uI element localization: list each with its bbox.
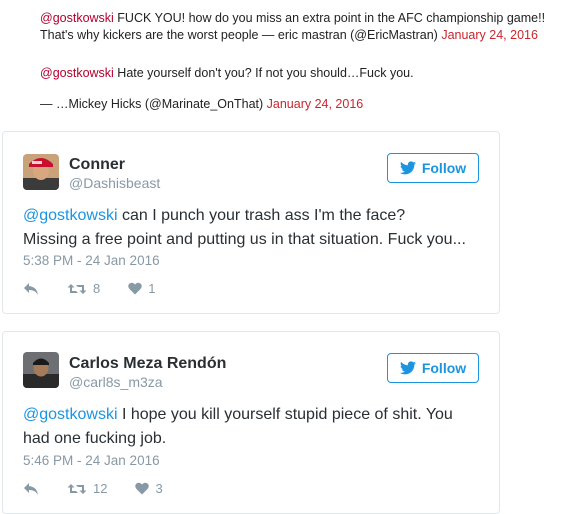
tweet-card-2: Carlos Meza Rendón @carl8s_m3za Follow @… — [2, 331, 500, 514]
retweet-button[interactable]: 8 — [67, 281, 100, 296]
heart-icon — [135, 482, 150, 495]
reply-icon — [24, 482, 38, 495]
like-count: 1 — [148, 281, 156, 296]
reply-button[interactable] — [23, 482, 39, 496]
tweet-text: @gostkowski I hope you kill yourself stu… — [23, 403, 483, 451]
tweet-actions: 8 1 — [23, 281, 183, 296]
quote-date-link[interactable]: January 24, 2016 — [267, 97, 364, 111]
display-name[interactable]: Carlos Meza Rendón — [69, 355, 226, 373]
user-handle[interactable]: @Dashisbeast — [69, 175, 160, 191]
mention-link[interactable]: @gostkowski — [23, 406, 118, 423]
display-name[interactable]: Conner — [69, 156, 125, 174]
reply-icon — [24, 282, 38, 295]
quote-date-link[interactable]: January 24, 2016 — [441, 28, 538, 42]
tweet-text-line-1: I hope you kill yourself stupid piece of… — [117, 406, 453, 423]
avatar[interactable] — [23, 154, 59, 190]
retweet-icon — [67, 283, 87, 294]
tweet-card-1: Conner @Dashisbeast Follow @gostkowski c… — [2, 131, 500, 314]
follow-button[interactable]: Follow — [387, 153, 479, 183]
quote-text: FUCK YOU! how do you miss an extra point… — [113, 11, 546, 25]
quote-line-1: @gostkowski FUCK YOU! how do you miss an… — [40, 10, 545, 27]
quote-block-2: @gostkowski Hate yourself don't you? If … — [40, 65, 414, 113]
quote-attribution: — …Mickey Hicks (@Marinate_OnThat) — [40, 97, 264, 111]
reply-button[interactable] — [23, 282, 39, 296]
quote-mention-link[interactable]: @gostkowski — [40, 11, 114, 25]
retweet-count: 12 — [93, 481, 108, 496]
quote-text: Hate yourself don't you? If not you shou… — [113, 66, 414, 80]
tweet-text: @gostkowski can I punch your trash ass I… — [23, 204, 483, 252]
tweet-text-line-2: Missing a free point and putting us in t… — [23, 231, 466, 248]
tweet-timestamp[interactable]: 5:46 PM - 24 Jan 2016 — [23, 453, 160, 468]
quote-mention-link[interactable]: @gostkowski — [40, 66, 114, 80]
heart-icon — [128, 282, 142, 295]
like-count: 3 — [155, 481, 163, 496]
twitter-bird-icon — [399, 161, 416, 175]
quote-attribution: That's why kickers are the worst people … — [40, 28, 438, 42]
quote-line-1: @gostkowski Hate yourself don't you? If … — [40, 65, 414, 82]
tweet-timestamp[interactable]: 5:38 PM - 24 Jan 2016 — [23, 253, 160, 268]
retweet-icon — [67, 483, 87, 494]
quote-line-2: — …Mickey Hicks (@Marinate_OnThat) Janua… — [40, 96, 414, 113]
follow-button[interactable]: Follow — [387, 353, 479, 383]
twitter-bird-icon — [399, 361, 416, 375]
avatar[interactable] — [23, 352, 59, 388]
mention-link[interactable]: @gostkowski — [23, 207, 118, 224]
follow-label: Follow — [421, 160, 467, 176]
tweet-text-line-1: can I punch your trash ass I'm the face? — [117, 207, 406, 224]
user-handle[interactable]: @carl8s_m3za — [69, 374, 163, 390]
like-button[interactable]: 1 — [128, 281, 155, 296]
retweet-button[interactable]: 12 — [67, 481, 107, 496]
quote-line-2: That's why kickers are the worst people … — [40, 27, 545, 44]
tweet-text-line-2: had one fucking job. — [23, 430, 167, 447]
like-button[interactable]: 3 — [135, 481, 163, 496]
follow-label: Follow — [421, 360, 467, 376]
quote-block-1: @gostkowski FUCK YOU! how do you miss an… — [40, 10, 545, 44]
tweet-actions: 12 3 — [23, 481, 191, 496]
retweet-count: 8 — [93, 281, 101, 296]
